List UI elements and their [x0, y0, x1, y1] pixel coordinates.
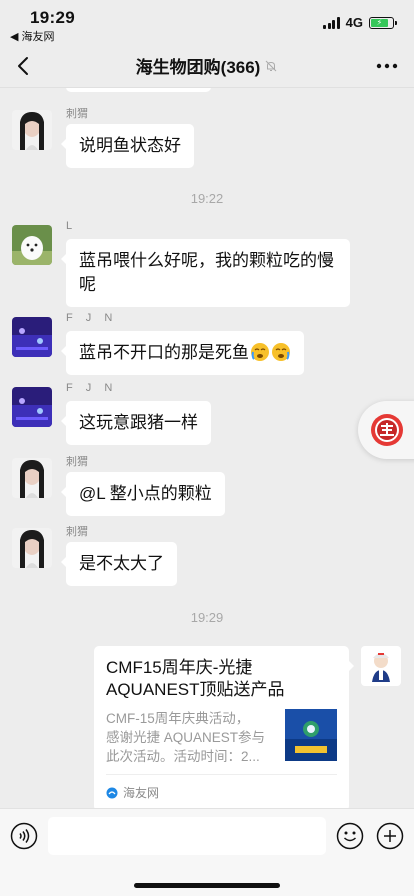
card-title-line: CMF15周年庆-光捷: [106, 658, 253, 677]
sender-name: F J N: [66, 312, 118, 324]
nav-bar: 海生物团购(366): [0, 44, 414, 88]
message-text: 蓝吊不开口的那是死鱼: [79, 343, 249, 362]
crying-face-icon: [251, 343, 269, 361]
status-time: 19:29: [30, 8, 75, 27]
floating-shortcut-button[interactable]: [358, 401, 414, 459]
card-title-line: AQUANEST顶贴送产品: [106, 680, 285, 699]
message-bubble[interactable]: @L 整小点的颗粒: [61, 472, 225, 516]
message-input[interactable]: [48, 817, 326, 855]
avatar[interactable]: [12, 317, 52, 357]
message-bubble[interactable]: 蓝吊喂什么好呢，我的颗粒吃的慢 呢: [61, 239, 350, 307]
chat-title: 海生物团购(366): [136, 53, 279, 78]
message-bubble[interactable]: 这玩意跟猪一样: [61, 401, 211, 445]
avatar[interactable]: [12, 528, 52, 568]
voice-input-icon[interactable]: [10, 822, 38, 850]
input-bar: [0, 808, 414, 896]
back-to-app-link[interactable]: ◀ 海友网: [10, 28, 55, 44]
card-source-name: 海友网: [123, 786, 160, 800]
message-bubble[interactable]: 是不太大了: [61, 542, 177, 586]
crying-face-icon: [272, 343, 290, 361]
network-type: 4G: [345, 15, 363, 30]
card-desc-line: 感谢光捷 AQUANEST参与: [106, 730, 266, 745]
chat-area[interactable]: 刺猬 说明鱼状态好 19:22 L 蓝吊喂什么好呢，我的颗粒吃的慢 呢 F J …: [0, 88, 414, 808]
card-desc-line: CMF-15周年庆典活动，: [106, 711, 250, 726]
avatar[interactable]: [12, 110, 52, 150]
message-bubble[interactable]: 蓝吊不开口的那是死鱼: [61, 331, 304, 375]
sender-name: 刺猬: [66, 108, 88, 120]
timestamp: 19:22: [190, 191, 224, 206]
card-source: 海友网: [106, 774, 337, 805]
status-indicators: 4G ⚡: [323, 15, 397, 30]
card-description: CMF-15周年庆典活动， 感谢光捷 AQUANEST参与 此次活动。活动时间：…: [106, 709, 278, 766]
avatar[interactable]: [12, 225, 52, 265]
mute-bell-icon: [265, 60, 277, 71]
chat-title-text: 海生物团购(366): [135, 58, 261, 77]
status-bar: 19:29 ◀ 海友网 4G ⚡: [0, 0, 414, 44]
card-body: CMF-15周年庆典活动， 感谢光捷 AQUANEST参与 此次活动。活动时间：…: [106, 709, 337, 766]
battery-icon: ⚡: [369, 16, 397, 29]
plus-more-icon[interactable]: [376, 822, 404, 850]
source-logo-icon: [106, 787, 118, 799]
sender-name: 刺猬: [66, 526, 88, 538]
avatar[interactable]: [12, 458, 52, 498]
card-desc-line: 此次活动。活动时间：2...: [106, 749, 260, 764]
signal-icon: [323, 16, 340, 29]
sender-name: 刺猬: [66, 456, 88, 468]
shared-link-card[interactable]: CMF15周年庆-光捷 AQUANEST顶贴送产品 CMF-15周年庆典活动， …: [94, 646, 354, 808]
message-line: 蓝吊喂什么好呢，我的颗粒吃的慢: [79, 251, 334, 270]
message-bubble[interactable]: 说明鱼状态好: [61, 124, 194, 168]
sender-name: F J N: [66, 382, 118, 394]
floating-logo-icon: [371, 414, 403, 446]
more-options-icon[interactable]: [374, 56, 400, 76]
card-thumbnail: [285, 709, 337, 761]
partial-message-bubble: [66, 88, 211, 92]
home-indicator: [134, 883, 280, 888]
avatar[interactable]: [361, 646, 401, 686]
sender-name: L: [66, 220, 73, 232]
emoji-picker-icon[interactable]: [336, 822, 364, 850]
back-arrow-icon[interactable]: [12, 54, 36, 78]
timestamp: 19:29: [190, 610, 224, 625]
message-line: 呢: [79, 275, 96, 294]
avatar[interactable]: [12, 387, 52, 427]
